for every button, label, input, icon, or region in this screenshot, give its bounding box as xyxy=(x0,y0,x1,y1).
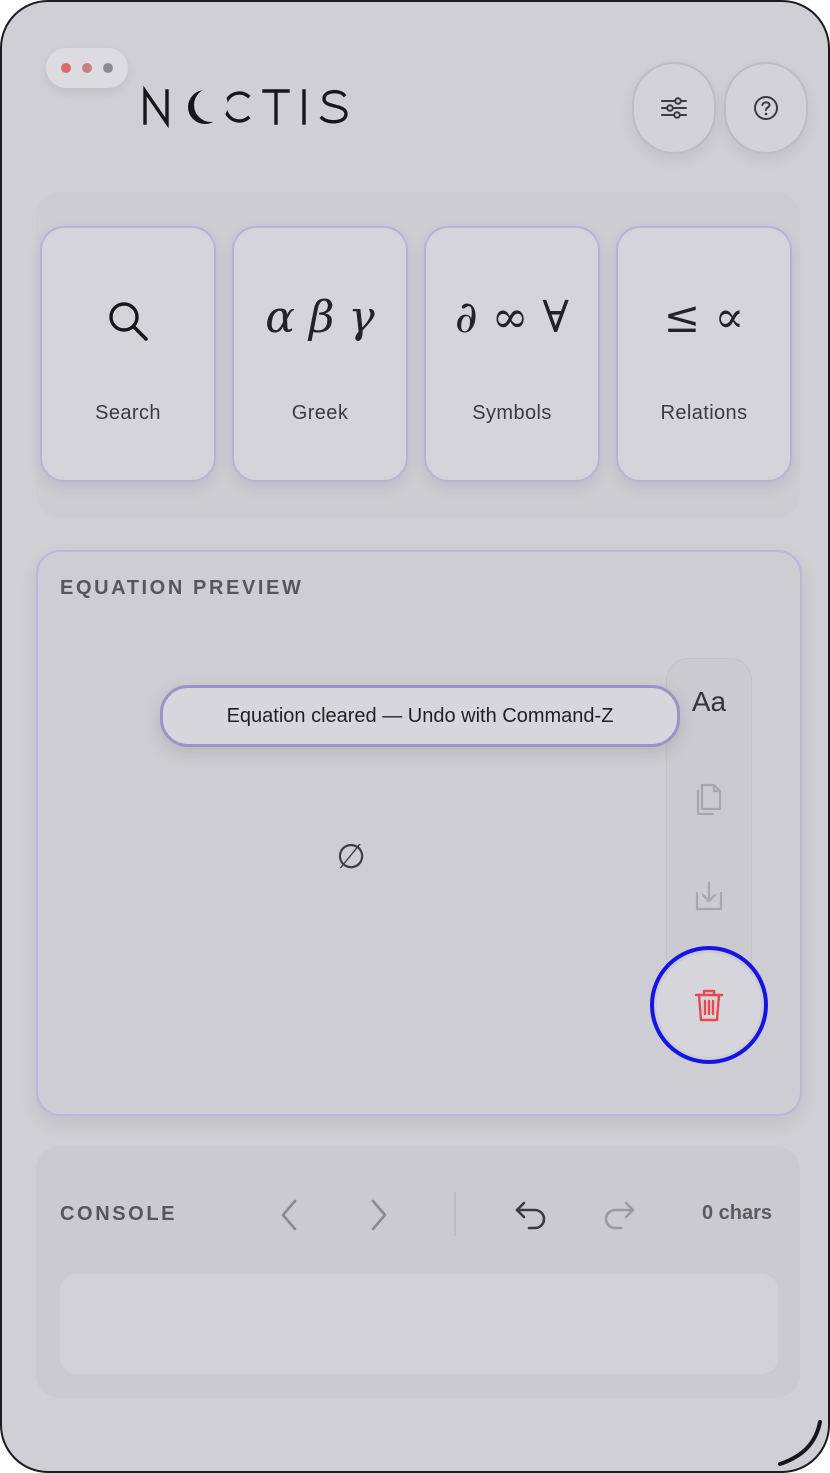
copy-button[interactable] xyxy=(666,768,752,828)
logo-wordmark xyxy=(143,86,348,128)
font-size-icon: Aa xyxy=(691,686,727,717)
tile-label: Greek xyxy=(291,402,349,424)
trash-icon xyxy=(694,989,724,1022)
undo-icon xyxy=(515,1201,546,1230)
zoom-window-button[interactable] xyxy=(103,63,113,73)
delete-button-face xyxy=(657,953,761,1057)
tile-greek[interactable]: α β γ Greek xyxy=(232,226,408,482)
relations-glyph: ≤ ∝ xyxy=(663,292,745,343)
empty-set-icon: ∅ xyxy=(336,837,366,877)
redo-button[interactable] xyxy=(594,1188,644,1242)
tile-symbols[interactable]: ∂ ∞ ∀ Symbols xyxy=(424,226,600,482)
tile-label: Relations xyxy=(660,402,748,424)
window-controls xyxy=(46,48,128,88)
help-button[interactable] xyxy=(724,62,808,154)
greek-glyph: α β γ xyxy=(265,292,375,343)
history-prev-button[interactable] xyxy=(264,1188,314,1242)
minimize-window-button[interactable] xyxy=(82,63,92,73)
tile-label: Symbols xyxy=(472,402,552,424)
undo-toast: Equation cleared — Undo with Command-Z xyxy=(160,685,680,747)
tile-relations[interactable]: ≤ ∝ Relations xyxy=(616,226,792,482)
redo-icon xyxy=(604,1201,635,1230)
help-circle-icon xyxy=(754,96,778,120)
chevron-right-icon xyxy=(371,1199,387,1231)
download-icon xyxy=(695,881,723,911)
undo-button[interactable] xyxy=(506,1188,556,1242)
symbols-glyph: ∂ ∞ ∀ xyxy=(455,292,569,343)
copy-icon xyxy=(696,783,722,816)
settings-button[interactable] xyxy=(632,62,716,154)
preview-title: EQUATION PREVIEW xyxy=(60,577,304,599)
chevron-left-icon xyxy=(281,1199,297,1231)
search-icon xyxy=(42,290,214,346)
app-window: Search α β γ Greek ∂ ∞ ∀ Symbols ≤ ∝ Rel… xyxy=(0,0,830,1473)
sliders-icon xyxy=(661,97,687,119)
delete-equation-button[interactable] xyxy=(650,946,768,1064)
resize-handle-icon[interactable] xyxy=(774,1416,826,1468)
toast-message: Equation cleared — Undo with Command-Z xyxy=(226,704,614,727)
export-button[interactable] xyxy=(666,866,752,926)
console-divider xyxy=(454,1192,456,1236)
char-count: 0 chars xyxy=(701,1202,773,1224)
console-title: CONSOLE xyxy=(60,1203,178,1225)
close-window-button[interactable] xyxy=(61,63,71,73)
history-next-button[interactable] xyxy=(354,1188,404,1242)
console-output[interactable] xyxy=(60,1274,778,1374)
tile-search[interactable]: Search xyxy=(40,226,216,482)
symbol-palette: Search α β γ Greek ∂ ∞ ∀ Symbols ≤ ∝ Rel… xyxy=(36,192,800,518)
tile-label: Search xyxy=(95,402,161,424)
